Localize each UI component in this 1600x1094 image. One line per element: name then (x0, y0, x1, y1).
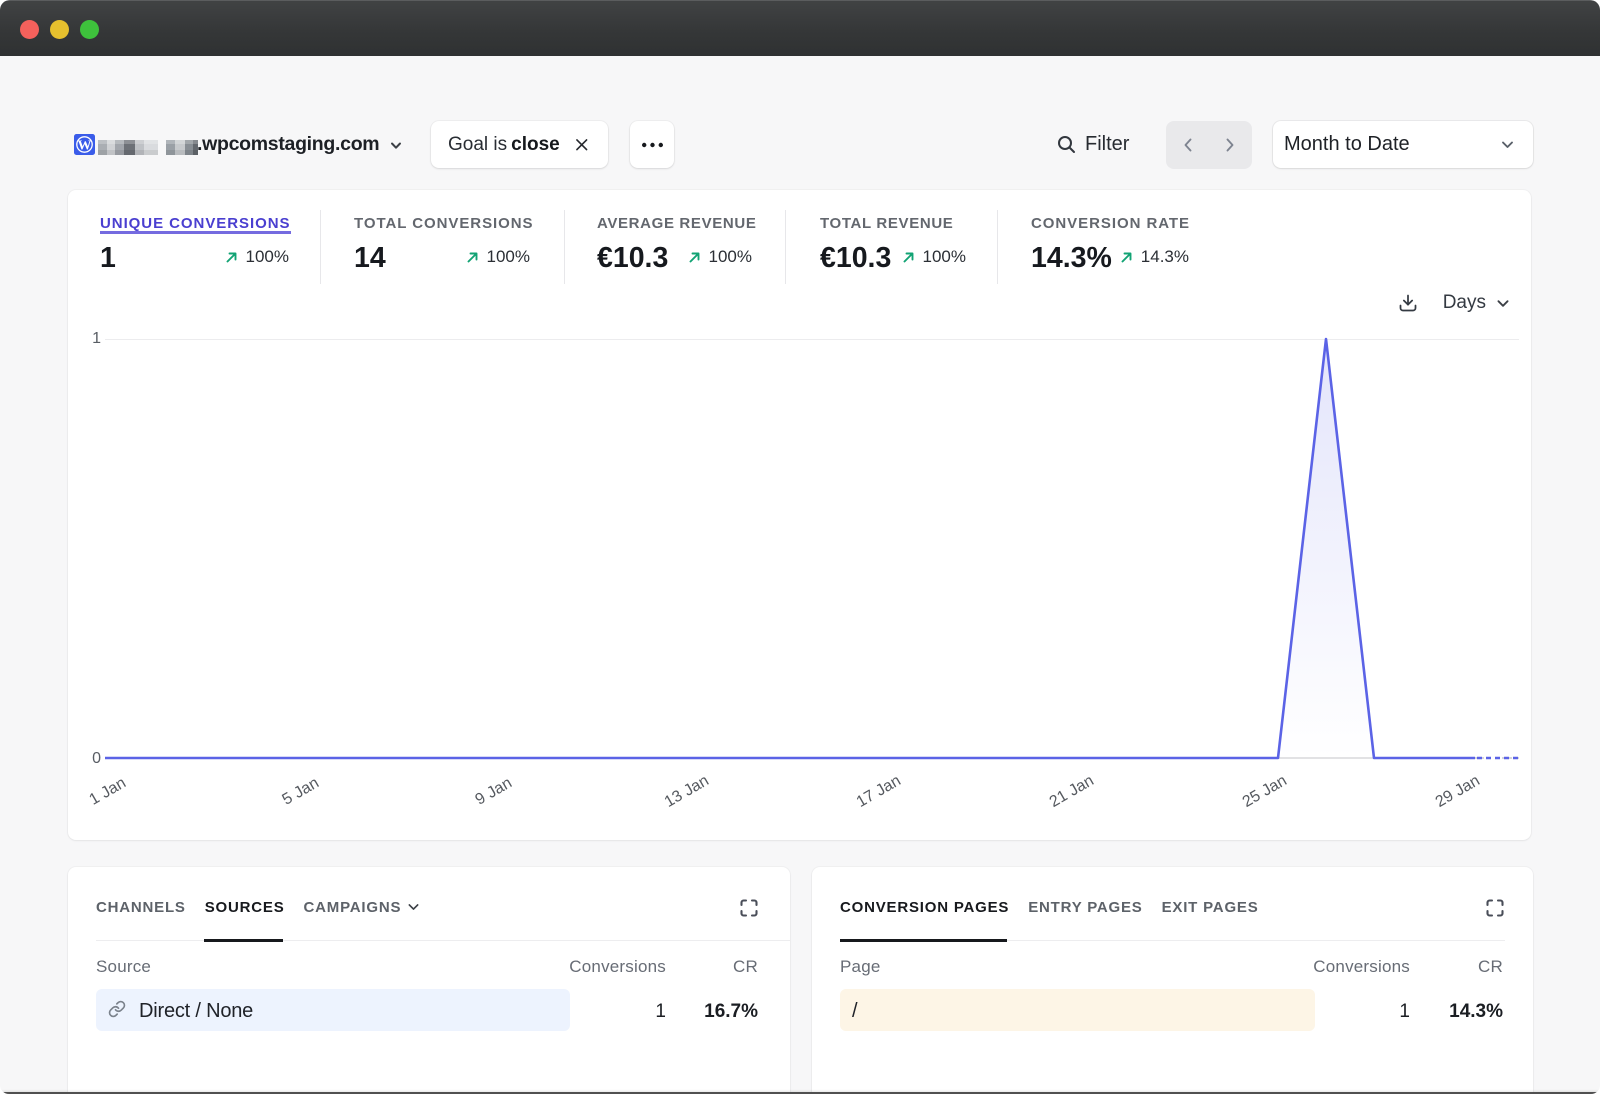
svg-text:W: W (78, 139, 92, 154)
